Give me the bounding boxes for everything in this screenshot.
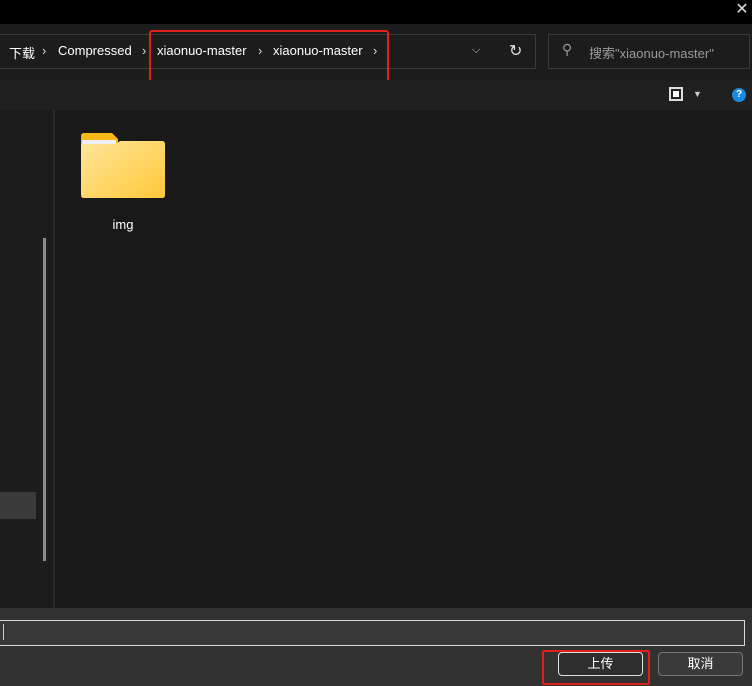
highlight-box-upload bbox=[542, 650, 650, 685]
view-mode-icon[interactable] bbox=[669, 87, 683, 101]
chevron-right-icon[interactable]: › bbox=[142, 43, 146, 58]
folder-item-img[interactable] bbox=[80, 132, 166, 200]
refresh-icon[interactable]: ↻ bbox=[509, 41, 522, 61]
cancel-button[interactable]: 取消 bbox=[658, 652, 743, 676]
breadcrumb-compressed[interactable]: Compressed bbox=[58, 43, 132, 59]
breadcrumb-downloads[interactable]: 下载 bbox=[9, 43, 35, 61]
chevron-right-icon[interactable]: › bbox=[42, 43, 46, 58]
toolbar bbox=[0, 80, 752, 110]
help-icon[interactable]: ? bbox=[732, 88, 746, 102]
title-bar bbox=[0, 0, 752, 24]
search-icon: ⚲ bbox=[562, 41, 573, 57]
folder-icon bbox=[81, 133, 165, 198]
navigation-pane-selected-item[interactable] bbox=[0, 492, 36, 519]
chevron-down-icon[interactable]: ⌵ bbox=[472, 44, 480, 57]
search-input[interactable]: 搜索"xiaonuo-master" bbox=[548, 34, 750, 69]
dropdown-arrow-icon[interactable]: ▼ bbox=[693, 89, 702, 99]
highlight-box-path bbox=[149, 30, 389, 85]
text-caret bbox=[3, 624, 4, 640]
close-icon[interactable]: ✕ bbox=[732, 0, 752, 22]
filename-input[interactable] bbox=[0, 620, 745, 646]
navigation-pane-scrollbar[interactable] bbox=[43, 238, 46, 561]
folder-name[interactable]: img bbox=[80, 217, 166, 232]
navigation-pane bbox=[0, 110, 55, 608]
